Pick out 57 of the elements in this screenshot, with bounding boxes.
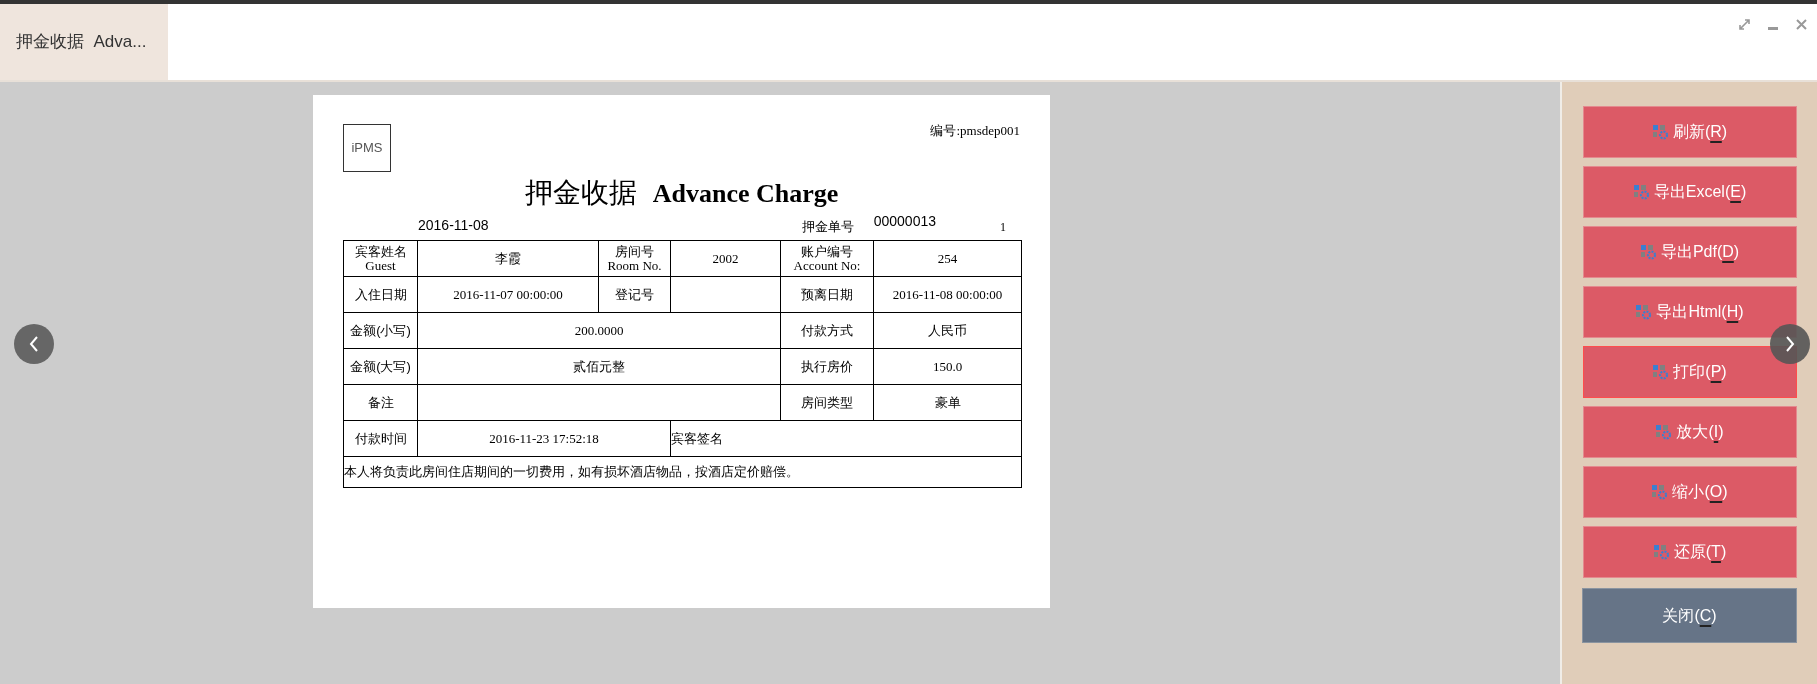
field-value: 2016-11-08 00:00:00 [892,286,1003,302]
toolbar-button[interactable]: 打印(P) [1583,346,1797,398]
close-icon[interactable] [1796,19,1807,30]
toolbar-button[interactable]: 放大(I) [1583,406,1797,458]
previous-button[interactable] [14,324,54,364]
field-value: 200.0000 [574,322,624,338]
gear-icon [1633,184,1650,200]
gear-icon [1652,484,1669,500]
field-value: 2016-11-23 17:52:18 [489,430,599,446]
document-code: 编号:pmsdep001 [930,122,1020,140]
toolbar-button[interactable]: 缩小(O) [1583,466,1797,518]
note-text: 宾客签名 [671,430,723,446]
field-label: 付款方式 [801,323,853,338]
field-label: 宾客姓名 Guest [354,244,407,273]
field-label: 执行房价 [801,359,853,374]
field-label: 预离日期 [801,287,853,302]
note-text: 本人将负责此房间住店期间的一切费用，如有损坏酒店物品，按酒店定价赔偿。 [344,464,799,480]
field-value: 人民币 [928,322,967,338]
gear-icon [1652,124,1669,140]
gear-icon [1653,364,1670,380]
gear-icon [1640,244,1657,260]
page-number: 1 [1000,219,1006,236]
date-text: 2016-11-08 [418,216,489,235]
field-label: 备注 [367,395,394,410]
field-label: 房间类型 [801,395,853,410]
title-text: 押金收据 [524,176,637,210]
number-label: 押金单号 [801,217,854,236]
chevron-left-icon [29,336,39,352]
logo: iPMS [343,124,391,172]
field-label: 房间号 Room No. [607,244,662,273]
field-value: 贰佰元整 [573,358,625,374]
toolbar-button[interactable]: 还原(T) [1583,526,1797,578]
toolbar-button[interactable]: 导出Excel(E) [1583,166,1797,218]
number-value: 00000013 [873,212,936,231]
field-label: 账户编号 Account No: [793,244,861,273]
field-value: 豪单 [934,394,961,410]
toolbar-button[interactable]: 导出Html(H) [1583,286,1797,338]
title-text: Advance Charge [652,178,839,210]
field-value: 150.0 [932,358,963,374]
field-label: 付款时间 [354,431,407,446]
gear-icon [1653,544,1670,560]
field-label: 登记号 [615,287,654,302]
field-value: 2002 [712,250,739,266]
maximize-icon[interactable] [1739,19,1750,30]
toolbar-button[interactable]: 刷新(R) [1583,106,1797,158]
field-value: 李霞 [495,250,521,266]
close-button[interactable]: 关闭(C) [1582,588,1797,643]
field-label: 入住日期 [354,287,407,302]
toolbar-button[interactable]: 导出Pdf(D) [1583,226,1797,278]
document-tab[interactable]: 押金收据 Adva... [0,4,168,80]
gear-icon [1656,424,1673,440]
field-value: 2016-11-07 00:00:00 [453,286,563,302]
field-label: 金额(大写) [350,359,411,374]
field-label: 金额(小写) [350,323,411,338]
chevron-right-icon [1785,336,1795,352]
gear-icon [1636,304,1653,320]
field-value: 254 [937,250,958,266]
